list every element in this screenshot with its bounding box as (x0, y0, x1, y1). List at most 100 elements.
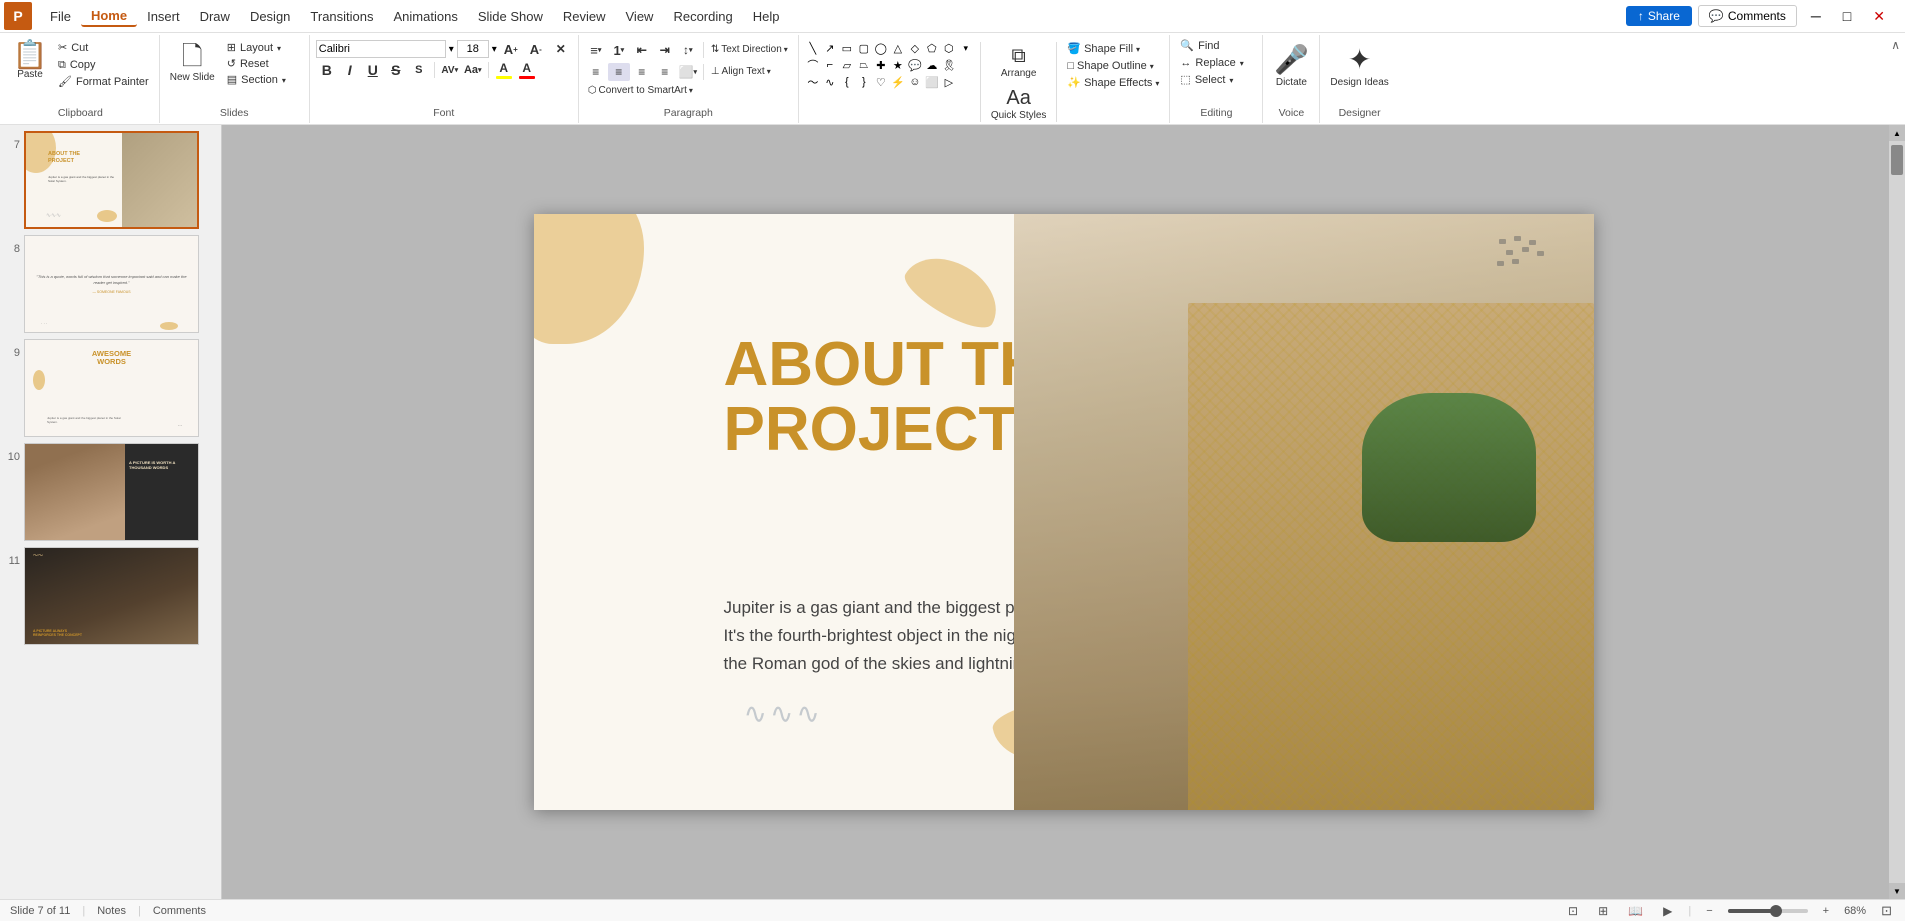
replace-button[interactable]: ↔ Replace ▾ (1176, 56, 1256, 71)
shape-line[interactable]: ╲ (805, 40, 821, 56)
collapse-ribbon-button[interactable]: ∧ (1888, 35, 1903, 55)
font-name-dropdown[interactable]: ▾ (449, 44, 454, 55)
fit-slide-button[interactable]: ⊡ (1878, 903, 1895, 919)
shape-ribbon[interactable]: 🎗 (941, 57, 957, 73)
text-direction-button[interactable]: ⇅ Text Direction ▾ (708, 43, 791, 57)
slide-canvas[interactable]: ∿∿∿ ABOUT THE PROJECT (534, 214, 1594, 810)
menu-help[interactable]: Help (743, 7, 790, 26)
shape-pentagon[interactable]: ⬠ (924, 40, 940, 56)
menu-animations[interactable]: Animations (384, 7, 468, 26)
comments-count[interactable]: Comments (153, 905, 206, 917)
dictate-button[interactable]: 🎤 Dictate (1269, 41, 1313, 91)
shape-trapezoid[interactable]: ⏢ (856, 57, 872, 73)
font-case-button[interactable]: Aa▾ (462, 61, 484, 79)
bold-button[interactable]: B (316, 61, 338, 79)
shape-star[interactable]: ★ (890, 57, 906, 73)
shape-effects-button[interactable]: ✨ Shape Effects ▾ (1063, 76, 1163, 91)
slideshow-view-button[interactable]: ▶ (1659, 902, 1676, 920)
menu-recording[interactable]: Recording (663, 7, 742, 26)
menu-file[interactable]: File (40, 7, 81, 26)
shape-freeform[interactable]: 〜 (805, 74, 821, 90)
share-button[interactable]: ↑ Share (1626, 6, 1692, 26)
bullets-button[interactable]: ≡▾ (585, 41, 607, 59)
quick-styles-button[interactable]: Aa Quick Styles (987, 84, 1051, 124)
comments-button[interactable]: 💬 Comments (1698, 5, 1797, 27)
minimize-button[interactable]: ─ (1803, 6, 1829, 26)
italic-button[interactable]: I (339, 61, 361, 79)
shape-arrow-right[interactable]: ↗ (822, 40, 838, 56)
shape-lightning[interactable]: ⚡ (890, 74, 906, 90)
format-painter-button[interactable]: 🖌 Format Painter (54, 75, 153, 90)
strikethrough-button[interactable]: S (385, 61, 407, 79)
shape-hexagon[interactable]: ⬡ (941, 40, 957, 56)
shape-triangle[interactable]: △ (890, 40, 906, 56)
menu-insert[interactable]: Insert (137, 7, 190, 26)
reset-button[interactable]: ↺ Reset (223, 57, 303, 72)
font-size-dropdown[interactable]: ▾ (492, 44, 497, 55)
slide-preview-7[interactable]: ABOUT THEPROJECT Jupiter is a gas giant … (24, 131, 199, 229)
select-button[interactable]: ⬚ Select ▾ (1176, 73, 1256, 88)
arrange-button[interactable]: ⧉ Arrange (987, 42, 1051, 82)
shape-parallelogram[interactable]: ▱ (839, 57, 855, 73)
shape-flowchart[interactable]: ⬜ (924, 74, 940, 90)
menu-transitions[interactable]: Transitions (300, 7, 383, 26)
notes-button[interactable]: Notes (97, 905, 126, 917)
slide-preview-8[interactable]: "This is a quote, words full of wisdom t… (24, 235, 199, 333)
zoom-in-button[interactable]: + (1820, 905, 1832, 917)
scroll-down-button[interactable]: ▼ (1889, 883, 1905, 899)
slide-preview-11[interactable]: A PICTURE ALWAYSREINFORCES THE CONCEPT 〜… (24, 547, 199, 645)
decrease-indent-button[interactable]: ⇤ (631, 41, 653, 59)
numbering-button[interactable]: 1▾ (608, 41, 630, 59)
shape-cross[interactable]: ✚ (873, 57, 889, 73)
shape-curve[interactable]: ⌒ (805, 57, 821, 73)
copy-button[interactable]: ⧉ Copy (54, 58, 153, 73)
align-left-button[interactable]: ≡ (585, 63, 607, 81)
shape-rounded-rect[interactable]: ▢ (856, 40, 872, 56)
font-color-button[interactable]: A (516, 61, 538, 79)
shape-callout[interactable]: 💬 (907, 57, 923, 73)
shape-diamond[interactable]: ◇ (907, 40, 923, 56)
cut-button[interactable]: ✂ Cut (54, 41, 153, 56)
shape-brace[interactable]: } (856, 74, 872, 90)
shape-outline-button[interactable]: □ Shape Outline ▾ (1063, 59, 1163, 74)
design-ideas-button[interactable]: ✦ Design Ideas (1326, 41, 1392, 91)
shape-fill-button[interactable]: 🪣 Shape Fill ▾ (1063, 42, 1163, 57)
align-right-button[interactable]: ≡ (631, 63, 653, 81)
shape-bend[interactable]: ⌐ (822, 57, 838, 73)
section-button[interactable]: ▤ Section ▾ (223, 73, 303, 88)
clear-format-button[interactable]: ✕ (550, 40, 572, 58)
vertical-scrollbar[interactable]: ▲ ▼ (1889, 125, 1905, 899)
underline-button[interactable]: U (362, 61, 384, 79)
slide-thumb-11[interactable]: 11 A PICTURE ALWAYSREINFORCES THE CONCEP… (4, 547, 217, 645)
justify-button[interactable]: ≡ (654, 63, 676, 81)
decrease-font-button[interactable]: A- (525, 40, 547, 58)
menu-design[interactable]: Design (240, 7, 300, 26)
shadow-button[interactable]: S (408, 61, 430, 79)
font-name-input[interactable] (316, 40, 446, 58)
normal-view-button[interactable]: ⊡ (1564, 902, 1582, 920)
new-slide-button[interactable]: 🗋 New Slide (166, 37, 219, 86)
maximize-button[interactable]: □ (1835, 6, 1859, 26)
char-spacing-button[interactable]: AV▾ (439, 61, 461, 79)
menu-home[interactable]: Home (81, 6, 137, 27)
zoom-slider[interactable] (1728, 909, 1808, 913)
align-center-button[interactable]: ≡ (608, 63, 630, 81)
menu-review[interactable]: Review (553, 7, 616, 26)
shape-more[interactable]: ▾ (958, 40, 974, 56)
slide-thumb-9[interactable]: 9 AWESOMEWORDS Jupiter is a gas giant an… (4, 339, 217, 437)
shape-rect[interactable]: ▭ (839, 40, 855, 56)
shape-smiley[interactable]: ☺ (907, 74, 923, 90)
shape-scribble[interactable]: ∿ (822, 74, 838, 90)
zoom-out-button[interactable]: − (1703, 905, 1715, 917)
increase-indent-button[interactable]: ⇥ (654, 41, 676, 59)
reading-view-button[interactable]: 📖 (1624, 902, 1647, 920)
scroll-thumb[interactable] (1891, 145, 1903, 175)
shape-bracket[interactable]: { (839, 74, 855, 90)
layout-button[interactable]: ⊞ Layout ▾ (223, 41, 303, 56)
increase-font-button[interactable]: A+ (500, 40, 522, 58)
menu-slideshow[interactable]: Slide Show (468, 7, 553, 26)
shape-oval[interactable]: ◯ (873, 40, 889, 56)
paste-button[interactable]: 📋 Paste (8, 37, 52, 83)
shape-action[interactable]: ▷ (941, 74, 957, 90)
slide-thumb-10[interactable]: 10 A PICTURE IS WORTH A THOUSAND WORDS (4, 443, 217, 541)
